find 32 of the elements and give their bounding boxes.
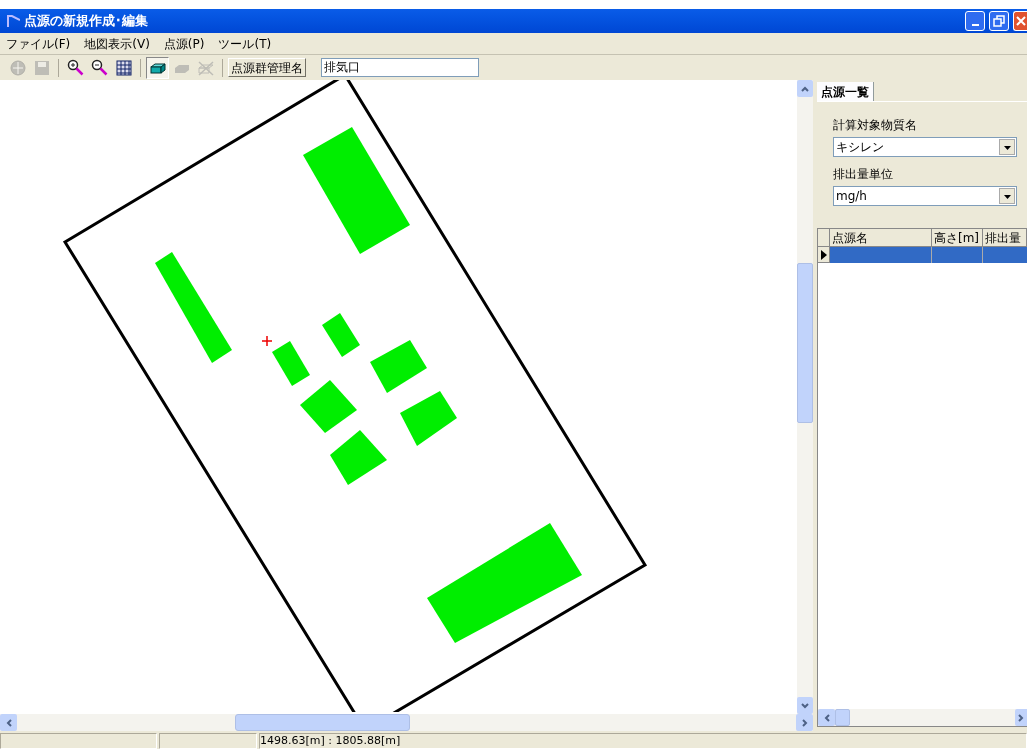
- delete-icon: [196, 59, 215, 76]
- menu-item[interactable]: ファイル(F): [6, 34, 71, 53]
- save-icon: [33, 59, 50, 76]
- horizontal-scrollbar[interactable]: [0, 714, 813, 731]
- close-button[interactable]: [1013, 11, 1027, 31]
- zoom-out-icon: [91, 59, 108, 76]
- zoom-in-icon: [67, 59, 84, 76]
- table-row[interactable]: [830, 247, 1027, 263]
- window-title: 点源の新規作成･編集: [24, 12, 149, 31]
- minimize-button[interactable]: [965, 11, 985, 31]
- horizontal-scrollbar[interactable]: [818, 709, 1027, 726]
- field-label: 計算対象物質名: [833, 117, 918, 134]
- row-pointer-icon: [820, 249, 827, 260]
- group-name-button[interactable]: 点源群管理名: [228, 58, 306, 77]
- app-icon: [6, 14, 20, 28]
- scroll-thumb[interactable]: [235, 714, 410, 731]
- menu-item[interactable]: ツール(T): [218, 34, 272, 53]
- coordinates-readout: 1498.63[m] : 1805.88[m]: [259, 733, 1027, 749]
- menu-item[interactable]: 点源(P): [163, 34, 205, 53]
- vertical-scrollbar[interactable]: [797, 80, 813, 714]
- dropdown[interactable]: キシレン: [833, 137, 1017, 157]
- globe-icon: [9, 59, 26, 76]
- scroll-thumb[interactable]: [797, 263, 813, 423]
- toolbar-button[interactable]: [146, 56, 169, 79]
- menu-item[interactable]: 地図表示(V): [84, 34, 150, 53]
- field-label: 排出量単位: [833, 166, 894, 183]
- scroll-thumb[interactable]: [835, 709, 850, 726]
- grid-icon: [115, 59, 132, 76]
- dropdown[interactable]: mg/h: [833, 186, 1017, 206]
- tab[interactable]: 点源一覧: [817, 82, 874, 101]
- restore-button[interactable]: [989, 11, 1009, 31]
- group-name-field[interactable]: 排気口: [321, 58, 479, 77]
